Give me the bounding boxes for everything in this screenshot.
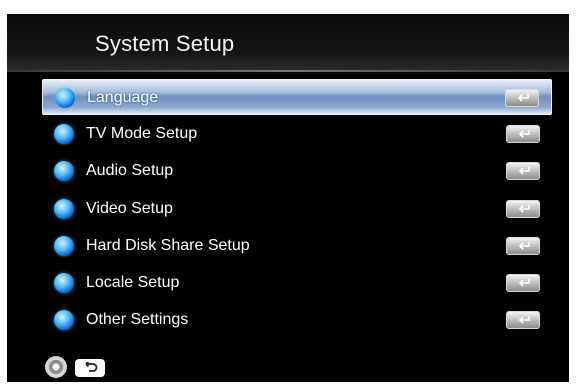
remote-dpad-icon [45, 356, 67, 378]
menu-item-other-settings[interactable]: Other Settings [42, 302, 552, 338]
menu-item-hard-disk-share-setup[interactable]: Hard Disk Share Setup [42, 228, 552, 264]
menu-item-audio-setup[interactable]: Audio Setup [42, 153, 552, 189]
setup-menu: Language TV Mode Setup Audio Setup Video… [42, 79, 552, 339]
menu-item-label: TV Mode Setup [86, 125, 198, 143]
menu-item-locale-setup[interactable]: Locale Setup [42, 265, 552, 301]
menu-item-language[interactable]: Language [42, 79, 552, 115]
enter-key-icon[interactable] [505, 89, 539, 107]
blue-orb-icon [54, 235, 74, 256]
blue-orb-icon [54, 198, 74, 219]
page-title: System Setup [95, 31, 235, 56]
back-return-icon[interactable] [75, 359, 105, 377]
menu-item-label: Locale Setup [86, 273, 180, 291]
blue-orb-icon [54, 161, 74, 182]
enter-key-icon[interactable] [506, 125, 540, 144]
header-bar [7, 14, 569, 70]
header-divider [7, 70, 569, 72]
enter-key-icon[interactable] [506, 273, 540, 292]
enter-key-icon[interactable] [506, 162, 540, 181]
menu-item-label: Language [87, 89, 159, 106]
menu-item-tv-mode-setup[interactable]: TV Mode Setup [42, 116, 552, 152]
menu-item-label: Audio Setup [86, 162, 174, 180]
menu-item-label: Other Settings [86, 311, 189, 329]
blue-orb-icon [54, 310, 74, 331]
enter-key-icon[interactable] [506, 236, 540, 255]
menu-item-label: Hard Disk Share Setup [86, 236, 250, 254]
enter-key-icon[interactable] [506, 199, 540, 218]
blue-orb-icon [54, 272, 74, 293]
menu-item-video-setup[interactable]: Video Setup [42, 191, 552, 227]
enter-key-icon[interactable] [506, 311, 540, 330]
menu-item-label: Video Setup [86, 199, 173, 217]
blue-orb-icon [54, 124, 74, 145]
setup-screen: System Setup Language TV Mode Setup Audi… [7, 14, 569, 382]
blue-orb-icon [55, 88, 75, 108]
